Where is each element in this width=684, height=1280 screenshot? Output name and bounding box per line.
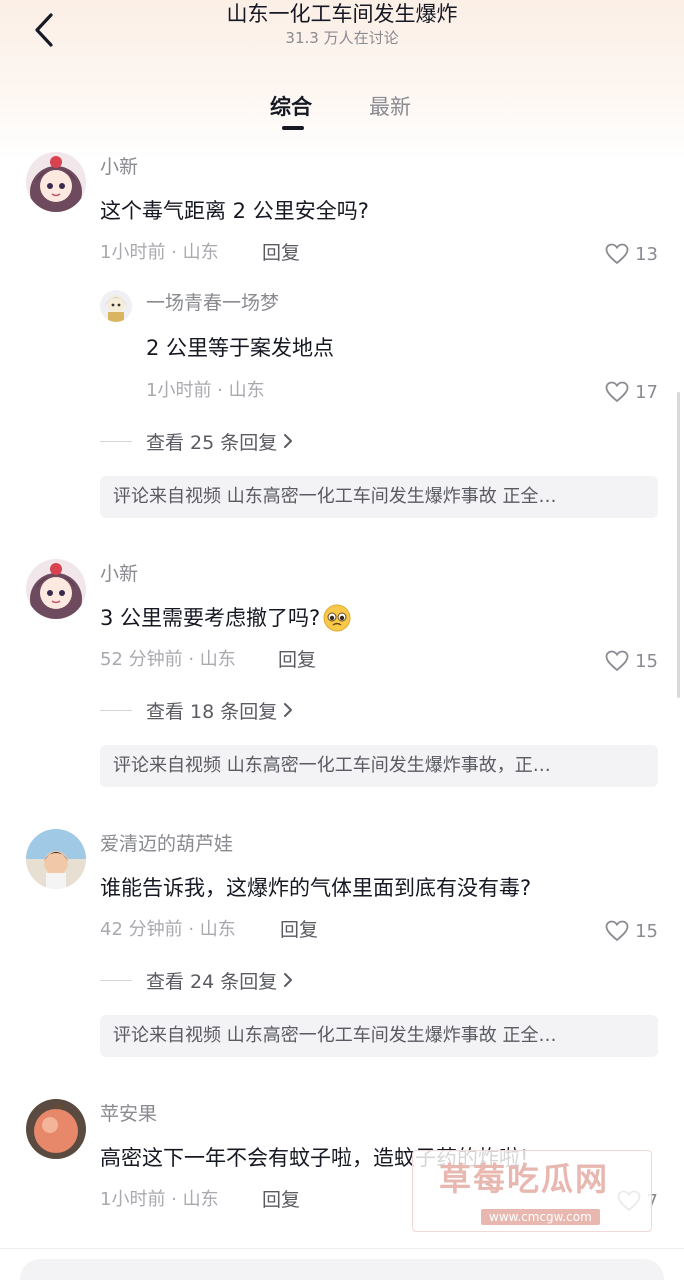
view-replies-button[interactable]: 查看 25 条回复 — [100, 428, 293, 454]
reply-like-button[interactable]: 17 — [605, 378, 658, 406]
source-video-link[interactable]: 评论来自视频 山东高密一化工车间发生爆炸事故 正全… — [100, 1015, 658, 1057]
reply-button[interactable]: 回复 — [278, 647, 316, 673]
reply-button[interactable]: 回复 — [262, 240, 300, 266]
reply-button[interactable]: 回复 — [262, 1187, 300, 1213]
comment-item: 小新 这个毒气距离 2 公里安全吗? 1小时前 · 山东 回复 13 一场青春一… — [0, 150, 684, 530]
chevron-right-icon — [284, 703, 293, 717]
reply-button[interactable]: 回复 — [280, 917, 318, 943]
like-button[interactable]: 13 — [605, 240, 658, 268]
watermark-title: 草莓吃瓜网 — [439, 1160, 610, 1198]
comment-meta: 52 分钟前 · 山东 — [100, 649, 236, 670]
reply-text: 2 公里等于案发地点 — [146, 336, 335, 360]
tab-comprehensive[interactable]: 综合 — [270, 92, 312, 122]
view-replies-button[interactable]: 查看 24 条回复 — [100, 967, 293, 993]
heart-outline-icon — [605, 381, 629, 403]
like-count: 15 — [635, 920, 658, 942]
reply-username[interactable]: 一场青春一场梦 — [146, 290, 279, 316]
comment-meta: 1小时前 · 山东 — [100, 242, 219, 263]
avatar[interactable] — [26, 1099, 86, 1159]
divider — [100, 709, 132, 711]
like-count: 15 — [635, 650, 658, 672]
watermark: 草莓吃瓜网 www.cmcgw.com — [412, 1150, 652, 1232]
like-count: 17 — [635, 381, 658, 403]
like-button[interactable]: 15 — [605, 647, 658, 675]
comment-username[interactable]: 小新 — [100, 561, 138, 587]
avatar[interactable] — [26, 829, 86, 889]
bottom-comment-bar — [0, 1248, 684, 1280]
pleading-face-emoji-icon — [323, 604, 351, 632]
comment-username[interactable]: 小新 — [100, 154, 138, 180]
view-replies-button[interactable]: 查看 18 条回复 — [100, 697, 293, 723]
watermark-url: www.cmcgw.com — [481, 1209, 600, 1225]
view-replies-label: 查看 24 条回复 — [146, 970, 278, 993]
comment-username[interactable]: 爱清迈的葫芦娃 — [100, 831, 233, 857]
comment-meta: 1小时前 · 山东 — [100, 1189, 219, 1210]
chevron-right-icon — [284, 434, 293, 448]
view-replies-label: 查看 25 条回复 — [146, 431, 278, 454]
comment-text: 这个毒气距离 2 公里安全吗? — [100, 199, 369, 223]
view-replies-label: 查看 18 条回复 — [146, 700, 278, 723]
chevron-right-icon — [284, 973, 293, 987]
header: 山东一化工车间发生爆炸 31.3 万人在讨论 — [0, 0, 684, 60]
comment-input[interactable] — [20, 1259, 664, 1280]
reply-avatar[interactable] — [100, 290, 132, 322]
source-video-link[interactable]: 评论来自视频 山东高密一化工车间发生爆炸事故 正全… — [100, 476, 658, 518]
divider — [100, 979, 132, 981]
avatar[interactable] — [26, 559, 86, 619]
like-count: 13 — [635, 243, 658, 265]
comment-meta: 42 分钟前 · 山东 — [100, 919, 236, 940]
scrollbar[interactable] — [677, 392, 680, 698]
heart-outline-icon — [605, 243, 629, 265]
comment-username[interactable]: 苹安果 — [100, 1101, 157, 1127]
discussion-count: 31.3 万人在讨论 — [285, 29, 399, 47]
tab-latest[interactable]: 最新 — [369, 92, 411, 122]
tab-bar: 综合 最新 — [0, 92, 684, 132]
like-button[interactable]: 15 — [605, 917, 658, 945]
heart-outline-icon — [605, 920, 629, 942]
heart-outline-icon — [605, 650, 629, 672]
comment-item: 小新 3 公里需要考虑撤了吗? 52 分钟前 · 山东 回复 15 查看 18 … — [0, 557, 684, 797]
page-title: 山东一化工车间发生爆炸 — [226, 2, 458, 26]
comment-text: 3 公里需要考虑撤了吗? — [100, 606, 321, 630]
avatar[interactable] — [26, 152, 86, 212]
active-tab-indicator — [282, 126, 304, 130]
divider — [100, 440, 132, 442]
comment-item: 爱清迈的葫芦娃 谁能告诉我，这爆炸的气体里面到底有没有毒? 42 分钟前 · 山… — [0, 827, 684, 1067]
comment-text: 谁能告诉我，这爆炸的气体里面到底有没有毒? — [100, 876, 532, 900]
reply-meta: 1小时前 · 山东 — [146, 380, 265, 401]
comment-body: 3 公里需要考虑撤了吗? — [100, 603, 352, 633]
source-video-link[interactable]: 评论来自视频 山东高密一化工车间发生爆炸事故，正… — [100, 745, 658, 787]
